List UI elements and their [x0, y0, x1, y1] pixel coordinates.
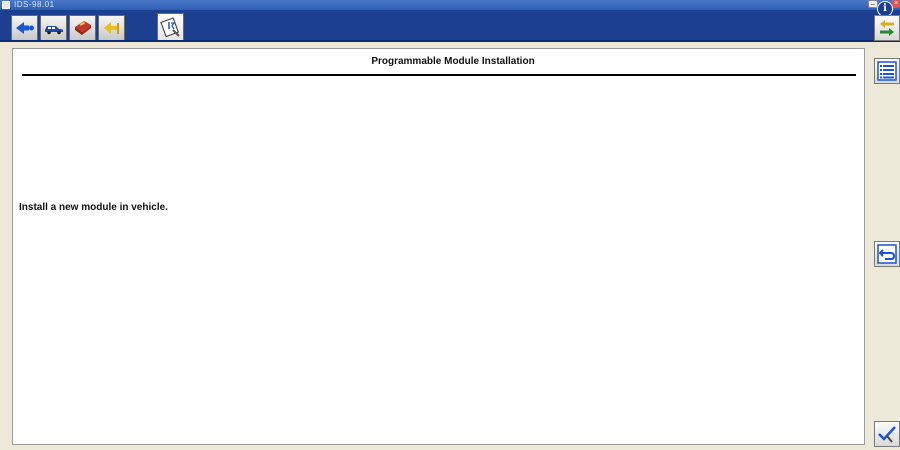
page-title: Programmable Module Installation [371, 56, 535, 67]
main-toolbar [0, 10, 900, 41]
list-button[interactable] [874, 58, 900, 84]
module-install-tab[interactable] [157, 13, 184, 41]
window-titlebar: IDS-98.01 – × [0, 0, 900, 10]
close-button[interactable]: × [892, 0, 900, 8]
toolbox-tab[interactable] [69, 15, 96, 40]
title-divider [22, 74, 856, 76]
back-tab[interactable] [11, 15, 38, 40]
vehicle-icon [44, 26, 63, 35]
arrow-yellow-icon [103, 22, 119, 34]
exit-tab[interactable] [98, 15, 125, 40]
window-title: IDS-98.01 [14, 0, 55, 9]
swap-button[interactable] [874, 15, 900, 41]
content-panel: Programmable Module Installation Install… [12, 48, 865, 445]
swap-arrows-icon [880, 20, 894, 36]
vehicle-tab[interactable] [40, 15, 67, 40]
check-tool-icon [878, 426, 896, 443]
list-icon [877, 61, 897, 81]
arrow-left-icon [15, 22, 34, 34]
return-button[interactable] [874, 241, 900, 267]
module-install-icon [159, 16, 180, 37]
return-icon [877, 244, 897, 264]
toolbar-divider [0, 40, 900, 42]
confirm-button[interactable] [874, 421, 900, 447]
toolbox-icon [74, 21, 91, 35]
instruction-text: Install a new module in vehicle. [19, 202, 168, 213]
app-icon [2, 1, 10, 9]
